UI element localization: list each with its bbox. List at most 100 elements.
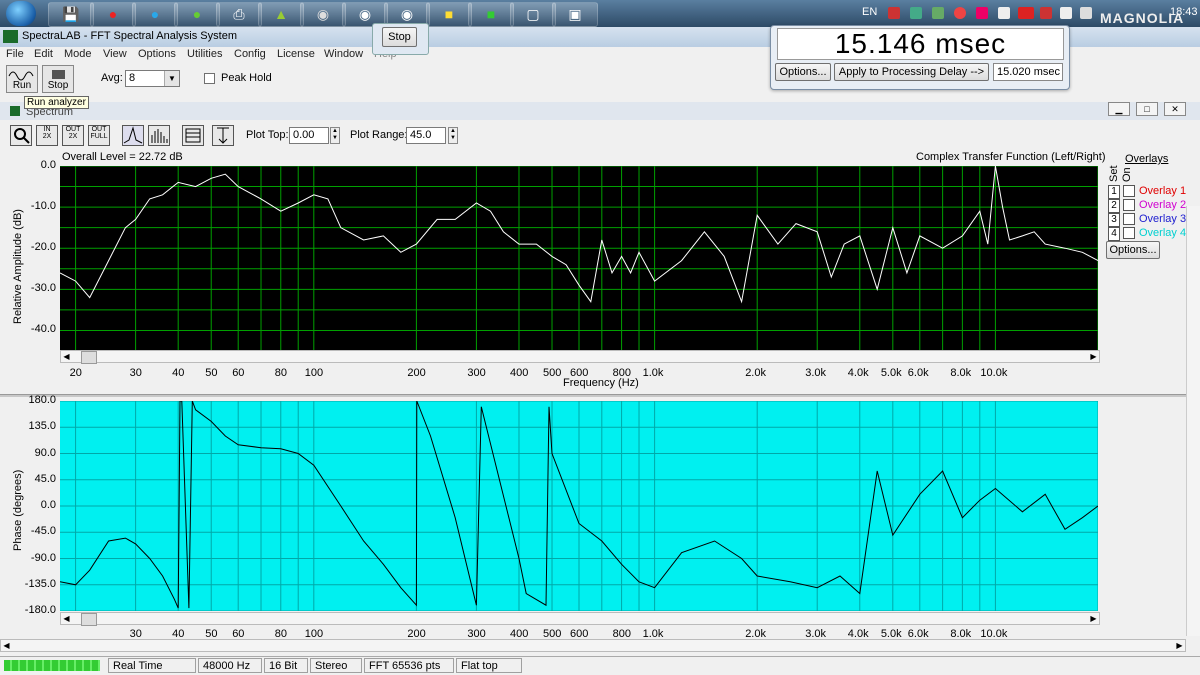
maximize-button[interactable]: □ [1136,102,1158,116]
overlay-on-checkbox[interactable] [1123,227,1135,240]
menu-mode[interactable]: Mode [64,48,92,60]
overlay-set-button[interactable]: 3 [1108,213,1120,227]
plot-top-spinner[interactable]: ▲ ▼ [330,127,340,144]
zoom-out-2x-icon[interactable]: OUT 2X [62,125,84,146]
floating-stop-button[interactable]: Stop [382,27,417,47]
battery-icon[interactable] [932,7,944,19]
y-tick-label: -135.0 [24,577,56,590]
opera-icon[interactable]: ● [90,2,136,27]
language-indicator[interactable]: EN [862,6,877,18]
phase-plot[interactable] [60,401,1098,611]
save-icon[interactable]: 💾 [48,2,94,27]
window-vertical-scrollbar[interactable] [1186,206,1200,636]
zoom-in-2x-icon[interactable]: IN 2X [36,125,58,146]
start-orb-icon[interactable] [6,1,36,26]
amplitude-axis-label: Relative Amplitude (dB) [12,209,24,324]
x-tick-label: 200 [407,367,426,379]
status-mode: Real Time [108,658,196,673]
clock[interactable]: 18:43 [1170,6,1198,18]
amplitude-plot[interactable] [60,166,1098,351]
plot-top-label: Plot Top: [246,129,289,141]
stop-icon [52,70,65,79]
ati-icon[interactable] [1018,7,1034,19]
scroll-left-icon[interactable]: ◀ [61,351,72,362]
window-horizontal-scrollbar[interactable]: ◀ ▶ [0,639,1186,652]
close-button[interactable]: ✕ [1164,102,1186,116]
flag-icon[interactable] [888,7,900,19]
x-tick-label: 8.0k [950,367,972,379]
scroll-right-icon[interactable]: ▶ [1088,613,1099,624]
winamp-icon[interactable]: ■ [426,2,472,27]
menu-window[interactable]: Window [324,48,363,60]
line-mode-icon[interactable] [122,125,144,146]
plot-top-field[interactable]: 0.00 [289,127,329,144]
utorrent-icon[interactable]: ● [174,2,220,27]
scroll-thumb[interactable] [81,613,97,626]
printer-icon[interactable]: ⎙ [216,2,262,27]
wordpress-icon[interactable]: ◉ [300,2,346,27]
scroll-left-icon[interactable]: ◀ [1,640,12,651]
zoom-out-full-icon[interactable]: OUT FULL [88,125,110,146]
spectralab-icon[interactable]: ■ [468,2,514,27]
tray-app-icon[interactable] [998,7,1010,19]
overlay-label: Overlay 2 [1139,199,1187,211]
minimize-button[interactable]: ▁ [1108,102,1130,116]
taskbar: 💾 ● ● ● ⎙ ▲ ◉ ◉ ◉ ■ ■ ▢ ▣ EN MAGNOLIA 18… [0,0,1200,27]
overlay-on-checkbox[interactable] [1123,185,1135,198]
scroll-right-icon[interactable]: ▶ [1088,351,1099,362]
overlay-on-checkbox[interactable] [1123,213,1135,226]
avg-select[interactable]: 8 ▼ [125,70,180,87]
phase-scrollbar[interactable]: ◀ ▶ [60,612,1100,626]
window-icon[interactable]: ▢ [510,2,556,27]
y-tick-label: -20.0 [30,241,56,254]
overlay-set-button[interactable]: 2 [1108,199,1120,213]
overlay-set-button[interactable]: 4 [1108,227,1120,241]
overlay-set-button[interactable]: 1 [1108,185,1120,199]
splitter[interactable] [0,394,1200,397]
skype-icon[interactable]: ● [132,2,178,27]
delay-readout: 15.146 msec [777,28,1064,60]
monitor-icon[interactable]: ▣ [552,2,598,27]
menu-config[interactable]: Config [234,48,266,60]
scroll-right-icon[interactable]: ▶ [1174,640,1185,651]
x-tick-label: 80 [274,367,288,379]
y-tick-label: -40.0 [30,323,56,336]
menu-license[interactable]: License [277,48,315,60]
menu-options[interactable]: Options [138,48,176,60]
network-icon[interactable] [1040,7,1052,19]
menu-utilities[interactable]: Utilities [187,48,222,60]
overlay-on-checkbox[interactable] [1123,199,1135,212]
scroll-left-icon[interactable]: ◀ [61,613,72,624]
table-icon[interactable] [182,125,204,146]
menu-file[interactable]: File [6,48,24,60]
bar-mode-icon[interactable] [148,125,170,146]
marker-icon[interactable] [212,125,234,146]
stop-button[interactable]: Stop [42,65,74,93]
tray-app-icon[interactable] [976,7,988,19]
processing-delay-field[interactable]: 15.020 msec [993,63,1063,81]
run-button[interactable]: Run [6,65,38,93]
zoom-icon[interactable] [10,125,32,146]
x-tick-label: 50 [205,367,218,379]
y-tick-label: -90.0 [30,551,56,564]
y-tick-label: 0.0 [40,499,56,511]
chevron-down-icon[interactable]: ▼ [164,71,179,86]
amplitude-scrollbar[interactable]: ◀ ▶ [60,350,1100,364]
overlay-options-button[interactable]: Options... [1106,241,1160,259]
plot-range-spinner[interactable]: ▲ ▼ [448,127,458,144]
menu-view[interactable]: View [103,48,127,60]
spectrum-window: Spectrum ▁ □ ✕ IN 2X OUT 2X OUT FULL Plot T… [0,96,1200,656]
plot-range-field[interactable]: 45.0 [406,127,446,144]
opera-tray-icon[interactable] [954,7,966,19]
apply-delay-button[interactable]: Apply to Processing Delay --> [834,63,989,81]
signal-icon[interactable] [1060,7,1072,19]
scroll-thumb[interactable] [81,351,97,364]
volume-icon[interactable] [1080,7,1092,19]
peak-hold-checkbox[interactable] [204,73,215,84]
menu-edit[interactable]: Edit [34,48,53,60]
x-tick-label: 4.0k [847,367,869,379]
android-icon[interactable]: ▲ [258,2,304,27]
tray-app-icon[interactable] [910,7,922,19]
level-meter [4,660,100,671]
delay-options-button[interactable]: Options... [775,63,831,81]
